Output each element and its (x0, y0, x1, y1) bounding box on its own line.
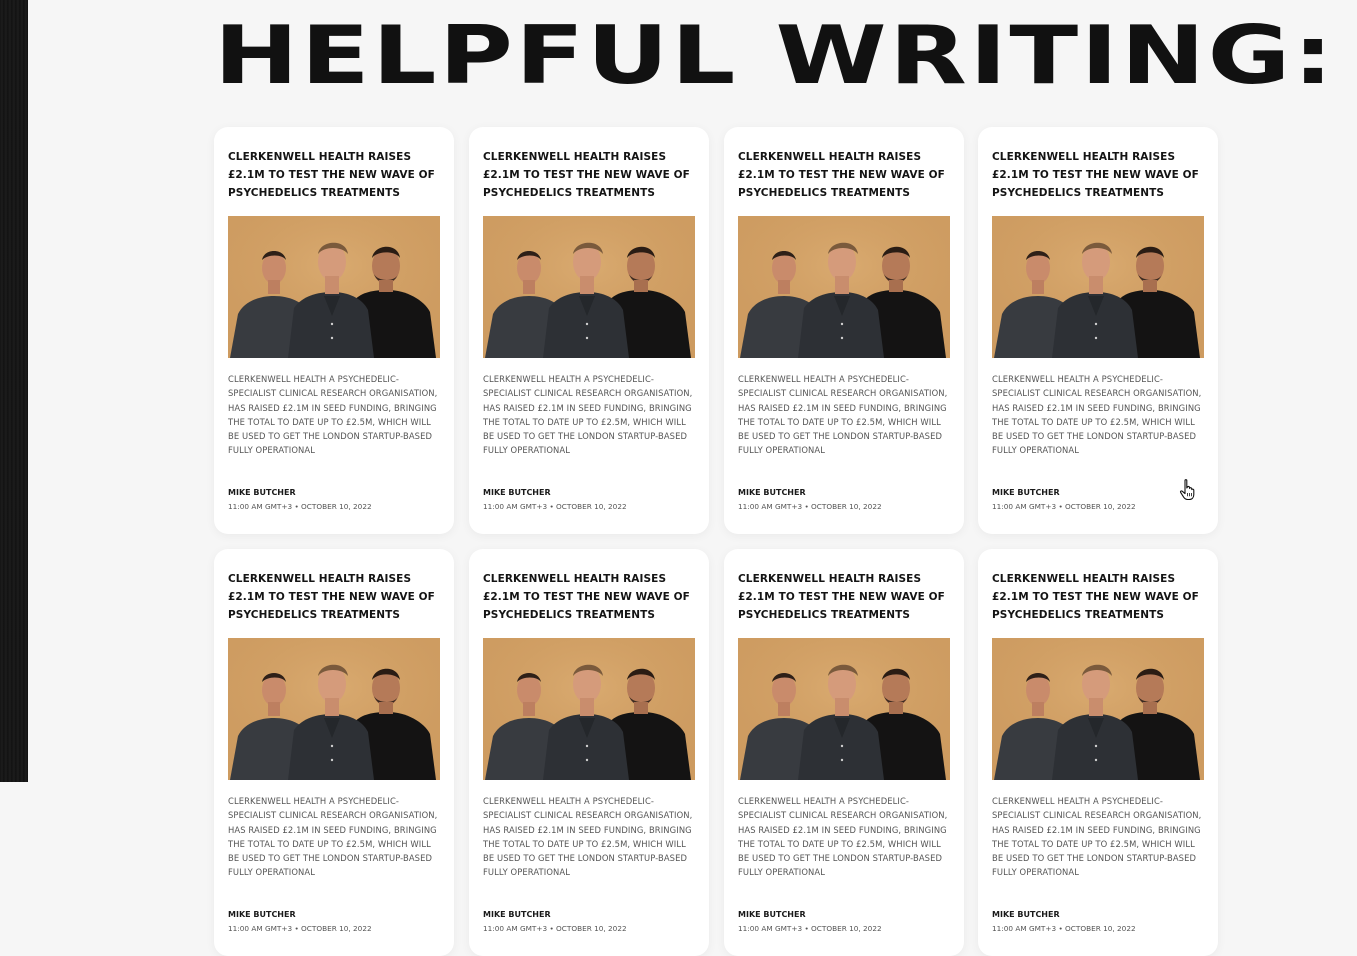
article-meta: 11:00 AM GMT+3 • OCTOBER 10, 2022 (228, 924, 372, 933)
article-title[interactable]: CLERKENWELL HEALTH RAISES £2.1M TO TEST … (992, 148, 1210, 202)
article-title[interactable]: CLERKENWELL HEALTH RAISES £2.1M TO TEST … (738, 570, 956, 624)
article-card[interactable]: CLERKENWELL HEALTH RAISES £2.1M TO TEST … (469, 549, 709, 956)
article-author: MIKE BUTCHER (228, 488, 296, 497)
article-meta: 11:00 AM GMT+3 • OCTOBER 10, 2022 (992, 924, 1136, 933)
article-meta: 11:00 AM GMT+3 • OCTOBER 10, 2022 (738, 502, 882, 511)
article-author: MIKE BUTCHER (992, 910, 1060, 919)
article-author: MIKE BUTCHER (228, 910, 296, 919)
article-image[interactable] (738, 216, 950, 358)
three-men-portrait (992, 638, 1204, 780)
article-title[interactable]: CLERKENWELL HEALTH RAISES £2.1M TO TEST … (483, 570, 701, 624)
article-excerpt: CLERKENWELL HEALTH A PSYCHEDELIC-SPECIAL… (483, 796, 693, 878)
three-men-portrait (738, 216, 950, 358)
article-author: MIKE BUTCHER (992, 488, 1060, 497)
article-image[interactable] (483, 216, 695, 358)
article-meta: 11:00 AM GMT+3 • OCTOBER 10, 2022 (228, 502, 372, 511)
page-heading: HELPFUL WRITING: (214, 9, 1336, 102)
article-card[interactable]: CLERKENWELL HEALTH RAISES £2.1M TO TEST … (978, 127, 1218, 534)
article-card[interactable]: CLERKENWELL HEALTH RAISES £2.1M TO TEST … (214, 127, 454, 534)
left-edge-strip (0, 0, 28, 782)
article-title[interactable]: CLERKENWELL HEALTH RAISES £2.1M TO TEST … (738, 148, 956, 202)
article-excerpt: CLERKENWELL HEALTH A PSYCHEDELIC-SPECIAL… (228, 374, 438, 456)
article-image[interactable] (992, 638, 1204, 780)
article-author: MIKE BUTCHER (483, 488, 551, 497)
article-author: MIKE BUTCHER (738, 488, 806, 497)
article-card[interactable]: CLERKENWELL HEALTH RAISES £2.1M TO TEST … (978, 549, 1218, 956)
article-title[interactable]: CLERKENWELL HEALTH RAISES £2.1M TO TEST … (483, 148, 701, 202)
article-author: MIKE BUTCHER (483, 910, 551, 919)
hand-pointer-icon (1179, 479, 1195, 501)
article-excerpt: CLERKENWELL HEALTH A PSYCHEDELIC-SPECIAL… (738, 374, 948, 456)
article-author: MIKE BUTCHER (738, 910, 806, 919)
three-men-portrait (992, 216, 1204, 358)
article-card[interactable]: CLERKENWELL HEALTH RAISES £2.1M TO TEST … (724, 549, 964, 956)
three-men-portrait (483, 216, 695, 358)
three-men-portrait (228, 216, 440, 358)
article-title[interactable]: CLERKENWELL HEALTH RAISES £2.1M TO TEST … (992, 570, 1210, 624)
article-image[interactable] (228, 638, 440, 780)
article-excerpt: CLERKENWELL HEALTH A PSYCHEDELIC-SPECIAL… (483, 374, 693, 456)
article-excerpt: CLERKENWELL HEALTH A PSYCHEDELIC-SPECIAL… (992, 374, 1202, 456)
article-meta: 11:00 AM GMT+3 • OCTOBER 10, 2022 (738, 924, 882, 933)
three-men-portrait (483, 638, 695, 780)
article-image[interactable] (992, 216, 1204, 358)
article-meta: 11:00 AM GMT+3 • OCTOBER 10, 2022 (483, 924, 627, 933)
three-men-portrait (228, 638, 440, 780)
article-excerpt: CLERKENWELL HEALTH A PSYCHEDELIC-SPECIAL… (228, 796, 438, 878)
article-meta: 11:00 AM GMT+3 • OCTOBER 10, 2022 (992, 502, 1136, 511)
three-men-portrait (738, 638, 950, 780)
article-card[interactable]: CLERKENWELL HEALTH RAISES £2.1M TO TEST … (214, 549, 454, 956)
article-card[interactable]: CLERKENWELL HEALTH RAISES £2.1M TO TEST … (469, 127, 709, 534)
article-title[interactable]: CLERKENWELL HEALTH RAISES £2.1M TO TEST … (228, 570, 446, 624)
article-excerpt: CLERKENWELL HEALTH A PSYCHEDELIC-SPECIAL… (738, 796, 948, 878)
article-image[interactable] (483, 638, 695, 780)
article-excerpt: CLERKENWELL HEALTH A PSYCHEDELIC-SPECIAL… (992, 796, 1202, 878)
article-image[interactable] (738, 638, 950, 780)
article-title[interactable]: CLERKENWELL HEALTH RAISES £2.1M TO TEST … (228, 148, 446, 202)
article-card[interactable]: CLERKENWELL HEALTH RAISES £2.1M TO TEST … (724, 127, 964, 534)
article-image[interactable] (228, 216, 440, 358)
article-meta: 11:00 AM GMT+3 • OCTOBER 10, 2022 (483, 502, 627, 511)
